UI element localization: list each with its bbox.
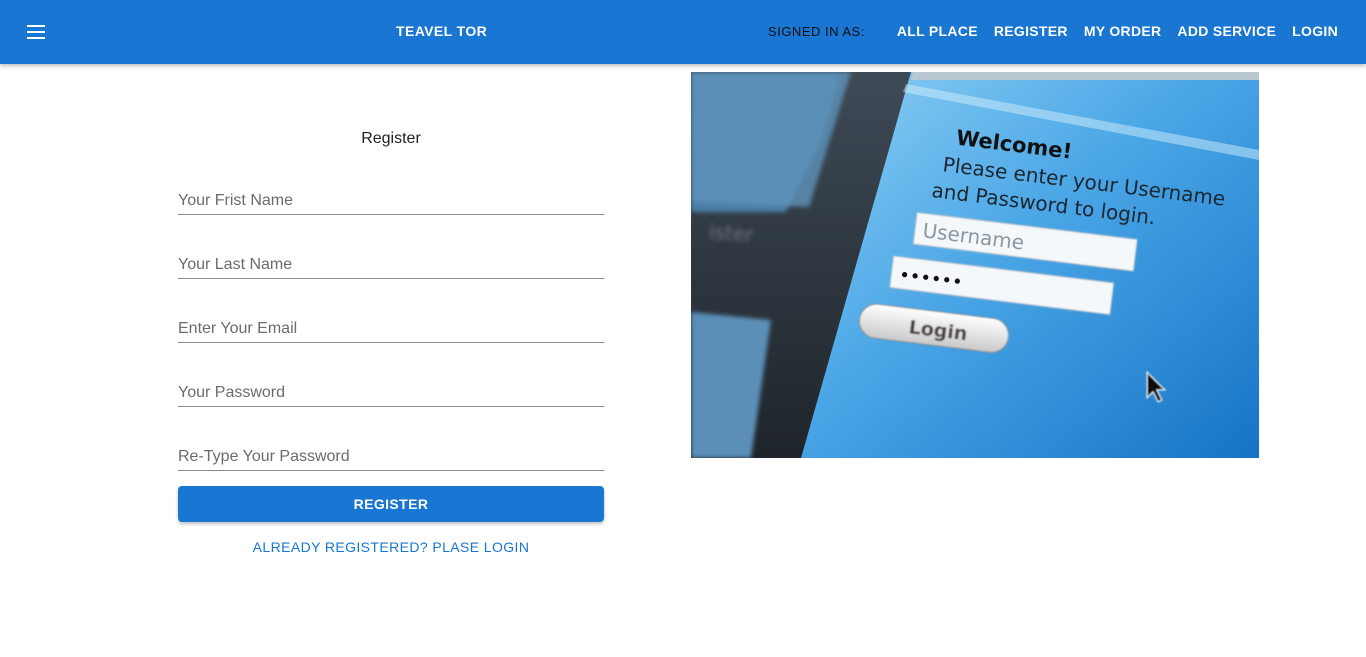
first-name-input[interactable]: [178, 192, 604, 210]
last-name-input[interactable]: [178, 256, 604, 274]
form-title: Register: [361, 130, 421, 147]
brand-title[interactable]: TEAVEL TOR: [396, 23, 487, 39]
first-name-field: [178, 176, 604, 215]
retype-password-input[interactable]: [178, 448, 604, 466]
hamburger-menu-icon[interactable]: [24, 20, 48, 44]
svg-text:ister: ister: [708, 219, 755, 246]
already-registered-login-link[interactable]: ALREADY REGISTERED? PLASE LOGIN: [178, 539, 604, 555]
nav-all-place[interactable]: ALL PLACE: [897, 23, 978, 39]
password-input[interactable]: [178, 384, 604, 402]
register-button[interactable]: REGISTER: [178, 486, 604, 522]
email-input[interactable]: [178, 320, 604, 338]
top-nav: SIGNED IN AS: ALL PLACE REGISTER MY ORDE…: [768, 23, 1338, 39]
nav-register[interactable]: REGISTER: [994, 23, 1068, 39]
nav-my-order[interactable]: MY ORDER: [1084, 23, 1162, 39]
password-field: [178, 368, 604, 407]
retype-password-field: [178, 432, 604, 471]
nav-add-service[interactable]: ADD SERVICE: [1177, 23, 1276, 39]
nav-login[interactable]: LOGIN: [1292, 23, 1338, 39]
email-field: [178, 304, 604, 343]
app-bar: TEAVEL TOR SIGNED IN AS: ALL PLACE REGIS…: [0, 0, 1366, 64]
signed-in-label: SIGNED IN AS:: [768, 23, 865, 39]
login-illustration-image: ister Welcome! Please enter your Usernam…: [691, 72, 1259, 458]
last-name-field: [178, 240, 604, 279]
